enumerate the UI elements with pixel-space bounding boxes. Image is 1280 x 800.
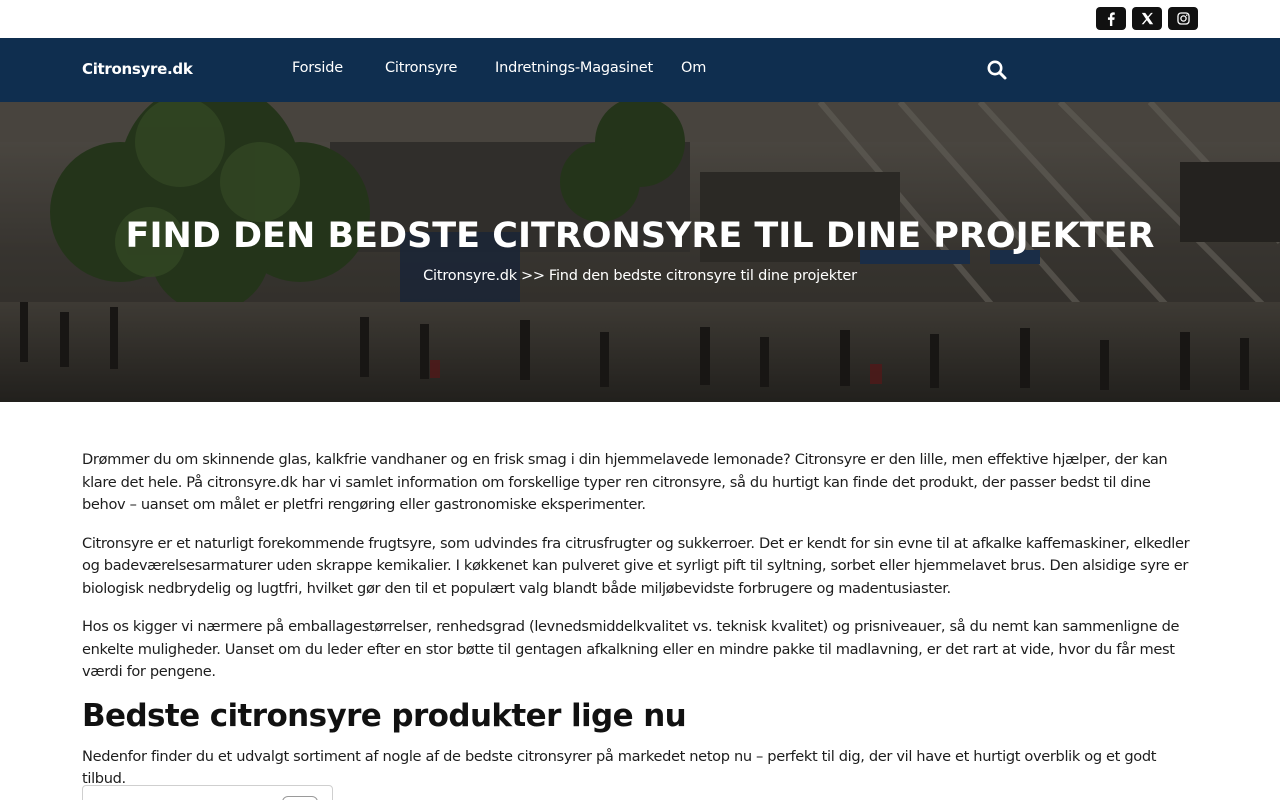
search-icon xyxy=(987,60,1007,80)
breadcrumb-home-link[interactable]: Citronsyre.dk xyxy=(423,268,517,284)
article-content: Drømmer du om skinnende glas, kalkfrie v… xyxy=(82,449,1198,800)
x-twitter-link[interactable] xyxy=(1132,7,1162,30)
breadcrumb-separator: >> xyxy=(520,268,545,284)
x-twitter-icon xyxy=(1141,12,1153,25)
nav-item-citronsyre[interactable]: Citronsyre xyxy=(385,60,457,76)
nav-item-indretnings-magasinet[interactable]: Indretnings-Magasinet xyxy=(495,60,653,76)
facebook-link[interactable] xyxy=(1096,7,1126,30)
intro-paragraph-2: Citronsyre er et naturligt forekommende … xyxy=(82,534,1190,597)
product-card-toggle[interactable] xyxy=(282,796,318,800)
search-button[interactable] xyxy=(985,58,1009,82)
product-card[interactable] xyxy=(82,785,333,800)
nav-item-om[interactable]: Om xyxy=(681,60,706,76)
site-logo[interactable]: Citronsyre.dk xyxy=(82,60,193,78)
facebook-icon xyxy=(1107,11,1115,26)
section-lead-paragraph: Nedenfor finder du et udvalgt sortiment … xyxy=(82,747,1157,788)
section-heading: Bedste citronsyre produkter lige nu xyxy=(82,697,687,734)
intro-paragraph-3: Hos os kigger vi nærmere på emballagestø… xyxy=(82,618,1180,680)
main-navigation: Citronsyre.dk Forside Citronsyre Indretn… xyxy=(0,38,1280,102)
instagram-icon xyxy=(1176,12,1190,25)
top-bar xyxy=(0,0,1280,38)
hero-banner: FIND DEN BEDSTE CITRONSYRE TIL DINE PROJ… xyxy=(0,102,1280,402)
intro-paragraph-1: Drømmer du om skinnende glas, kalkfrie v… xyxy=(82,451,1168,513)
breadcrumb-current: Find den bedste citronsyre til dine proj… xyxy=(548,268,857,284)
nav-item-forside[interactable]: Forside xyxy=(292,60,343,76)
page-title: FIND DEN BEDSTE CITRONSYRE TIL DINE PROJ… xyxy=(125,216,1155,256)
breadcrumb: Citronsyre.dk >> Find den bedste citronsyr… xyxy=(0,268,1280,284)
instagram-link[interactable] xyxy=(1168,7,1198,30)
